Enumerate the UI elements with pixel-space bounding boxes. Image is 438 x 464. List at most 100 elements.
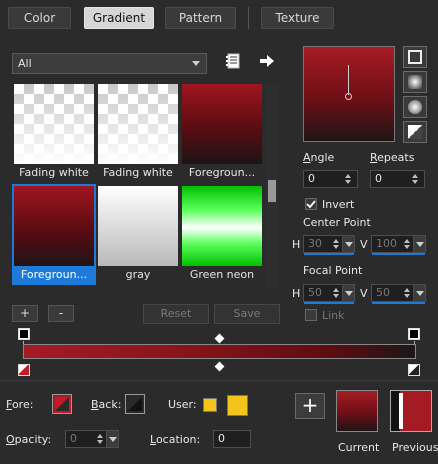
invert-label: Invert: [322, 198, 355, 211]
center-v-slider[interactable]: [372, 253, 425, 255]
gradient-filter-dropdown[interactable]: All: [12, 53, 207, 74]
tab-separator: [248, 7, 249, 29]
user-color-large[interactable]: [227, 395, 248, 416]
user-color-small[interactable]: [203, 398, 217, 412]
tab-texture[interactable]: Texture: [261, 7, 334, 29]
invert-checkbox[interactable]: [305, 198, 317, 210]
location-input[interactable]: 0: [213, 430, 251, 448]
gradient-swatch[interactable]: Fading white: [98, 84, 178, 181]
center-h-input[interactable]: 30: [303, 235, 355, 255]
gradient-bar[interactable]: [23, 344, 416, 359]
checkmark-icon: [306, 200, 316, 209]
back-color-swatch[interactable]: [125, 394, 145, 414]
previous-gradient-swatch[interactable]: [390, 390, 432, 432]
gradient-swatch[interactable]: gray: [98, 186, 178, 283]
focal-v-dropdown[interactable]: [413, 285, 425, 301]
current-label: Current: [338, 441, 380, 454]
angle-input[interactable]: 0: [303, 170, 358, 188]
focal-h-label: H: [292, 287, 301, 300]
gradient-swatch[interactable]: Fading white: [14, 84, 94, 181]
opacity-stop-fill: [20, 330, 28, 338]
opacity-label: Opacity:: [6, 433, 52, 446]
repeats-spinner[interactable]: [412, 173, 420, 185]
opacity-value: 0: [70, 432, 77, 445]
focal-h-slider[interactable]: [304, 302, 354, 304]
focal-v-spinner[interactable]: [404, 287, 412, 299]
radial-style-button[interactable]: [403, 96, 427, 118]
add-swatch-button[interactable]: +: [295, 393, 325, 419]
back-label: Back:: [91, 398, 122, 411]
color-stop-right[interactable]: [408, 364, 420, 376]
center-h-dropdown[interactable]: [342, 236, 354, 252]
tab-pattern[interactable]: Pattern: [165, 7, 236, 29]
opacity-dropdown[interactable]: [106, 431, 118, 447]
swatch-image: [14, 84, 94, 164]
radial-style-icon: [408, 100, 422, 114]
back-color-icon: [128, 397, 142, 411]
link-checkbox[interactable]: [305, 309, 317, 321]
reset-button[interactable]: Reset: [143, 304, 209, 324]
scrollbar-thumb[interactable]: [268, 180, 276, 202]
gradient-swatch[interactable]: Green neon: [182, 186, 262, 283]
focal-v-input[interactable]: 50: [371, 284, 426, 304]
link-label: Link: [322, 309, 345, 322]
chevron-down-icon: [192, 61, 200, 66]
swatch-image: [98, 186, 178, 266]
gradient-preview[interactable]: [303, 46, 395, 142]
swatch-label: Foregroun...: [188, 166, 256, 179]
rectangular-style-button[interactable]: [403, 71, 427, 93]
focal-v-slider[interactable]: [372, 302, 425, 304]
focal-point-label: Focal Point: [303, 264, 363, 277]
swatch-label: Green neon: [189, 268, 255, 281]
arrow-right-icon[interactable]: [259, 54, 275, 68]
center-v-input[interactable]: 100: [371, 235, 426, 255]
center-h-spinner[interactable]: [333, 238, 341, 250]
angle-label: Angle: [303, 151, 335, 164]
center-v-dropdown[interactable]: [413, 236, 425, 252]
gradient-swatch[interactable]: Foregroun...: [182, 84, 262, 181]
tab-color[interactable]: Color: [8, 7, 71, 29]
current-gradient-swatch[interactable]: [336, 390, 378, 432]
center-v-spinner[interactable]: [404, 238, 412, 250]
opacity-spinner[interactable]: [97, 433, 105, 445]
focal-h-value: 50: [308, 286, 322, 299]
swatch-image: [182, 84, 262, 164]
swatch-scrollbar[interactable]: [266, 84, 278, 288]
rectangular-style-icon: [408, 75, 422, 89]
swatch-label: Fading white: [19, 166, 89, 179]
sunburst-style-button[interactable]: [403, 121, 427, 143]
fore-color-icon: [55, 397, 69, 411]
angle-spinner[interactable]: [345, 173, 353, 185]
repeats-value: 0: [375, 172, 382, 185]
opacity-input[interactable]: 0: [65, 430, 119, 448]
repeats-input[interactable]: 0: [370, 170, 425, 188]
center-v-value: 100: [376, 237, 397, 250]
list-view-icon[interactable]: [225, 53, 241, 69]
opacity-midpoint-handle[interactable]: [214, 333, 225, 344]
gradient-swatch-selected[interactable]: Foregroun...: [12, 184, 96, 285]
fore-color-swatch[interactable]: [52, 394, 72, 414]
tab-gradient[interactable]: Gradient: [84, 7, 154, 29]
color-stop-left[interactable]: [18, 364, 30, 376]
opacity-stop-left[interactable]: [18, 328, 30, 340]
remove-gradient-button[interactable]: -: [48, 305, 74, 322]
fore-label: Fore:: [6, 398, 34, 411]
center-point-handle[interactable]: [345, 93, 352, 100]
opacity-stop-fill: [410, 330, 418, 338]
angle-handle-line[interactable]: [348, 65, 349, 95]
save-button[interactable]: Save: [214, 304, 280, 324]
linear-style-button[interactable]: [403, 46, 427, 68]
add-gradient-button[interactable]: +: [12, 305, 38, 322]
center-h-label: H: [292, 238, 301, 251]
center-h-slider[interactable]: [304, 253, 354, 255]
focal-h-input[interactable]: 50: [303, 284, 355, 304]
focal-h-dropdown[interactable]: [342, 285, 354, 301]
swatch-image: [14, 186, 94, 266]
color-midpoint-handle[interactable]: [214, 361, 225, 372]
focal-h-spinner[interactable]: [333, 287, 341, 299]
repeats-label: Repeats: [370, 151, 415, 164]
location-value: 0: [218, 432, 225, 445]
sunburst-style-icon: [408, 125, 422, 139]
section-divider: [0, 380, 438, 381]
opacity-stop-right[interactable]: [408, 328, 420, 340]
